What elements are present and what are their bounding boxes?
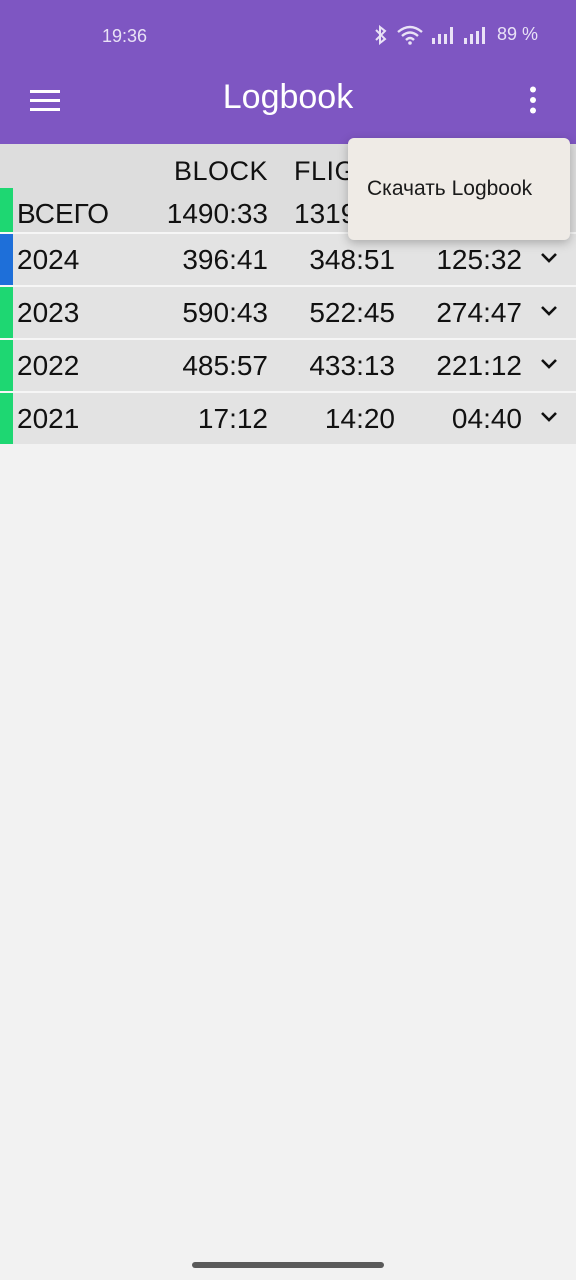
- row-flight-time: 522:45: [309, 297, 395, 328]
- column-header-flight: FLIG: [294, 156, 357, 186]
- row-block-time: 485:57: [182, 350, 268, 381]
- menu-item-download-logbook[interactable]: Скачать Logbook: [367, 177, 532, 201]
- wifi-icon: [397, 25, 423, 45]
- status-icons: 89 %: [373, 24, 538, 45]
- row-flight-time: 14:20: [324, 403, 395, 434]
- signal-icon: [431, 26, 453, 44]
- row-color-bar: [0, 287, 13, 338]
- row-color-bar: [0, 234, 13, 285]
- app-bar: 19:36 89 % Logbook: [0, 0, 576, 144]
- row-flight-time: 1319: [294, 198, 357, 229]
- table-row[interactable]: 2022 485:57 433:13 221:12: [0, 338, 576, 391]
- row-block-time: 590:43: [182, 297, 268, 328]
- chevron-down-icon[interactable]: [540, 411, 558, 423]
- row-color-bar: [0, 393, 13, 444]
- row-flight-time: 348:51: [309, 244, 395, 275]
- row-label: 2022: [17, 350, 80, 381]
- row-third-time: 221:12: [436, 350, 522, 381]
- page-title: Logbook: [222, 78, 354, 116]
- table-row[interactable]: 2021 17:12 14:20 04:40: [0, 391, 576, 444]
- signal-icon: [463, 26, 485, 44]
- row-label: ВСЕГО: [17, 198, 110, 229]
- chevron-down-icon[interactable]: [540, 305, 558, 317]
- table-row[interactable]: 2023 590:43 522:45 274:47: [0, 285, 576, 338]
- bluetooth-icon: [375, 24, 387, 45]
- row-block-time: 396:41: [182, 244, 268, 275]
- more-vert-icon[interactable]: [528, 86, 538, 114]
- row-label: 2023: [17, 297, 80, 328]
- column-header-block: BLOCK: [173, 156, 268, 186]
- row-color-bar: [0, 188, 13, 232]
- status-time: 19:36: [102, 26, 148, 46]
- battery-level: 89 %: [496, 24, 538, 44]
- row-flight-time: 433:13: [309, 350, 395, 381]
- home-indicator[interactable]: [192, 1262, 384, 1268]
- row-label: 2021: [17, 403, 80, 434]
- row-block-time: 1490:33: [166, 198, 268, 229]
- row-third-time: 04:40: [451, 403, 522, 434]
- row-third-time: 125:32: [436, 244, 522, 275]
- row-color-bar: [0, 340, 13, 391]
- row-label: 2024: [17, 244, 80, 275]
- overflow-popup-menu: Скачать Logbook: [348, 138, 570, 240]
- row-block-time: 17:12: [197, 403, 268, 434]
- row-third-time: 274:47: [436, 297, 522, 328]
- chevron-down-icon[interactable]: [540, 252, 558, 264]
- chevron-down-icon[interactable]: [540, 358, 558, 370]
